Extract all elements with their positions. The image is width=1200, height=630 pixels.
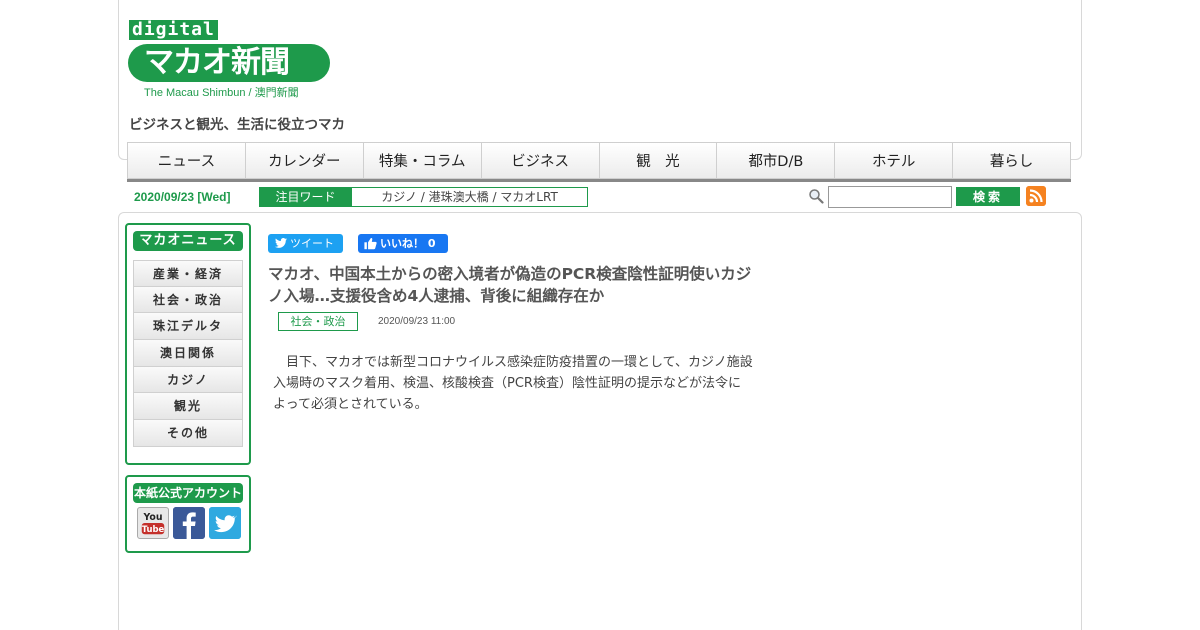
twitter-icon[interactable] [209,507,241,539]
article-category-tag[interactable]: 社会・政治 [278,312,358,331]
sidebar-item-macau-japan[interactable]: 澳日関係 [133,340,243,367]
sidebar-item-tourism[interactable]: 観光 [133,393,243,421]
article-body: 目下、マカオでは新型コロナウイルス感染症防疫措置の一環として、カジノ施設入場時の… [273,355,753,412]
twitter-bird-icon [275,238,287,248]
logo-main-pill: マカオ新聞 [128,44,330,82]
sidebar-category-list: 産業・経済 社会・政治 珠江デルタ 澳日関係 カジノ 観光 その他 [133,260,243,447]
sidebar-item-society-politics[interactable]: 社会・政治 [133,286,243,314]
search-button[interactable]: 検索 [956,187,1020,206]
nav-item-hotel[interactable]: ホテル [835,142,954,179]
tweet-button[interactable]: ツイート [268,234,343,253]
sidebar-official-accounts: 本紙公式アカウント You Tube [125,475,251,553]
like-button[interactable]: いいね！ 0 [358,234,448,253]
article-published-date: 2020/09/23 11:00 [378,316,456,327]
nav-item-calendar[interactable]: カレンダー [245,142,364,179]
sidebar-news-box: マカオニュース 産業・経済 社会・政治 珠江デルタ 澳日関係 カジノ 観光 その… [125,223,251,465]
nav-item-news[interactable]: ニュース [127,142,246,179]
svg-text:Tube: Tube [142,524,165,534]
logo-name: マカオ新聞 [144,45,290,80]
facebook-icon[interactable] [173,507,205,539]
sidebar-item-casino[interactable]: カジノ [133,366,243,394]
rss-icon[interactable] [1026,186,1046,206]
hot-words-list[interactable]: カジノ / 港珠澳大橋 / マカオLRT [352,187,588,207]
site-tagline: ビジネスと観光、生活に役立つマカ [129,117,345,133]
nav-item-tourism[interactable]: 観 光 [599,142,718,179]
nav-item-living[interactable]: 暮らし [953,142,1071,179]
hot-words-label: 注目ワード [259,187,352,207]
search-icon [809,189,824,204]
logo-subtitle: The Macau Shimbun / 澳門新聞 [144,87,299,99]
sidebar-item-other[interactable]: その他 [133,420,243,447]
search-input[interactable] [828,186,952,208]
article-title: マカオ、中国本土からの密入境者が偽造のPCR検査陰性証明使いカジノ入場…支援役含… [268,265,752,305]
sidebar-official-title: 本紙公式アカウント [133,483,243,503]
nav-item-city-db[interactable]: 都市D/B [717,142,836,179]
nav-item-business[interactable]: ビジネス [481,142,600,179]
current-date: 2020/09/23 [Wed] [134,190,231,204]
sidebar-item-pearl-river-delta[interactable]: 珠江デルタ [133,313,243,341]
youtube-icon[interactable]: You Tube [137,507,169,539]
sidebar-item-industry-economy[interactable]: 産業・経済 [133,260,243,287]
svg-text:You: You [142,512,162,523]
sidebar-news-title: マカオニュース [133,231,243,251]
like-label: いいね！ 0 [380,237,436,250]
thumbs-up-icon [364,237,377,250]
global-nav: ニュース カレンダー 特集・コラム ビジネス 観 光 都市D/B ホテル 暮らし [127,142,1071,182]
nav-item-features[interactable]: 特集・コラム [363,142,482,179]
tweet-label: ツイート [290,237,334,250]
site-logo[interactable]: digital マカオ新聞 The Macau Shimbun / 澳門新聞 [128,14,346,100]
logo-digital-badge: digital [129,20,218,40]
